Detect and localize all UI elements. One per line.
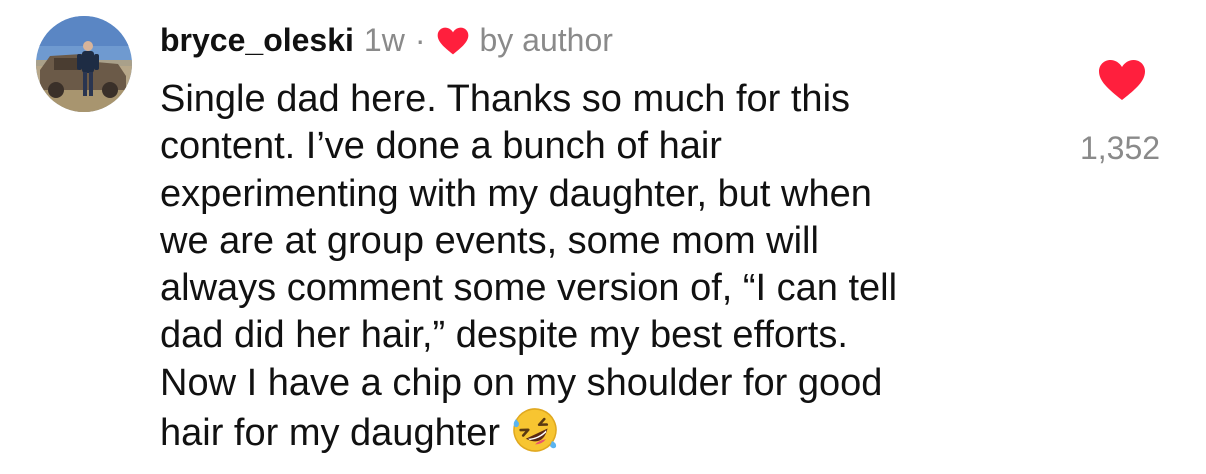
comment-body-line: content. I’ve done a bunch of hair <box>160 125 722 168</box>
like-button[interactable] <box>1098 58 1146 102</box>
comment-body-line: experimenting with my daughter, but when <box>160 172 872 215</box>
comment-body-line: hair for my daughter <box>160 412 501 455</box>
separator-dot: · <box>414 21 426 58</box>
avatar[interactable] <box>36 16 132 112</box>
comment-body: Single dad here. Thanks so much for this… <box>160 76 1040 457</box>
like-count: 1,352 <box>1079 130 1161 166</box>
heart-icon <box>437 26 469 55</box>
rolling-laughing-emoji-icon <box>512 407 558 453</box>
comment-body-line: we are at group events, some mom will <box>160 219 819 262</box>
username[interactable]: bryce_oleski <box>160 22 354 59</box>
avatar-photo <box>36 16 132 112</box>
comment-body-line: dad did her hair,” despite my best effor… <box>160 314 848 357</box>
timestamp: 1w <box>363 21 405 58</box>
heart-filled-icon <box>1099 60 1145 100</box>
comment-body-line: Now I have a chip on my shoulder for goo… <box>160 361 883 404</box>
comment-body-line: always comment some version of, “I can t… <box>160 267 898 310</box>
comment-meta: bryce_oleski 1w · by author <box>160 18 613 62</box>
author-badge: by author <box>479 21 613 58</box>
comment-body-line: Single dad here. Thanks so much for this <box>160 78 851 120</box>
comment-body-last-line: hair for my daughter <box>160 407 1040 457</box>
comment: bryce_oleski 1w · by author Single dad h… <box>0 0 1206 474</box>
